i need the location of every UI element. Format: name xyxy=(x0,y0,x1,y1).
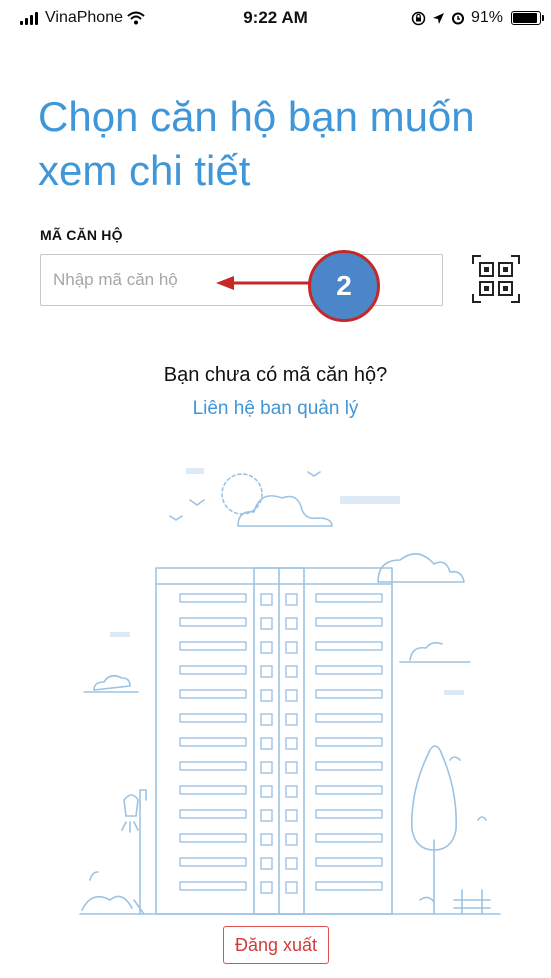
apartment-code-input[interactable] xyxy=(40,254,443,306)
alarm-icon xyxy=(451,12,464,25)
contact-management-link[interactable]: Liên hệ ban quản lý xyxy=(0,398,551,420)
battery-icon xyxy=(511,11,544,25)
lock-rotation-icon xyxy=(411,11,426,25)
page-title: Chọn căn hộ bạn muốn xem chi tiết xyxy=(38,93,475,194)
location-icon xyxy=(432,12,444,24)
qr-scan-icon[interactable] xyxy=(471,254,521,304)
apartment-code-label: MÃ CĂN HỘ xyxy=(40,227,123,243)
no-code-question: Bạn chưa có mã căn hộ? xyxy=(163,364,388,386)
battery-percent: 91% xyxy=(470,9,503,26)
logout-button[interactable]: Đăng xuất xyxy=(223,926,329,964)
building-illustration xyxy=(79,468,501,915)
status-right: 91% xyxy=(411,9,544,27)
status-bar: VinaPhone 9:22 AM 91% xyxy=(0,0,551,36)
annotation-badge: 2 xyxy=(308,250,380,322)
